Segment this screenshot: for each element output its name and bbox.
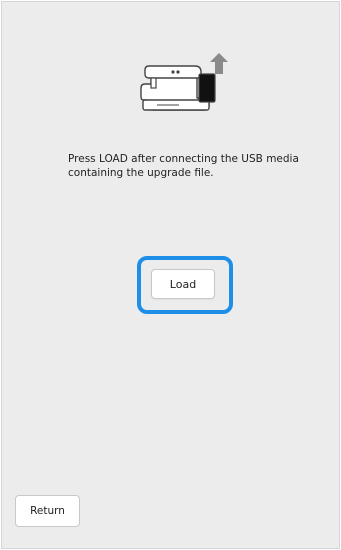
sewing-machine-upload-icon xyxy=(140,53,228,111)
load-button-highlight: Load xyxy=(137,256,233,314)
instruction-text: Press LOAD after connecting the USB medi… xyxy=(68,153,299,179)
load-button[interactable]: Load xyxy=(151,269,215,299)
upgrade-screen: Press LOAD after connecting the USB medi… xyxy=(1,1,340,549)
return-button[interactable]: Return xyxy=(15,495,80,527)
